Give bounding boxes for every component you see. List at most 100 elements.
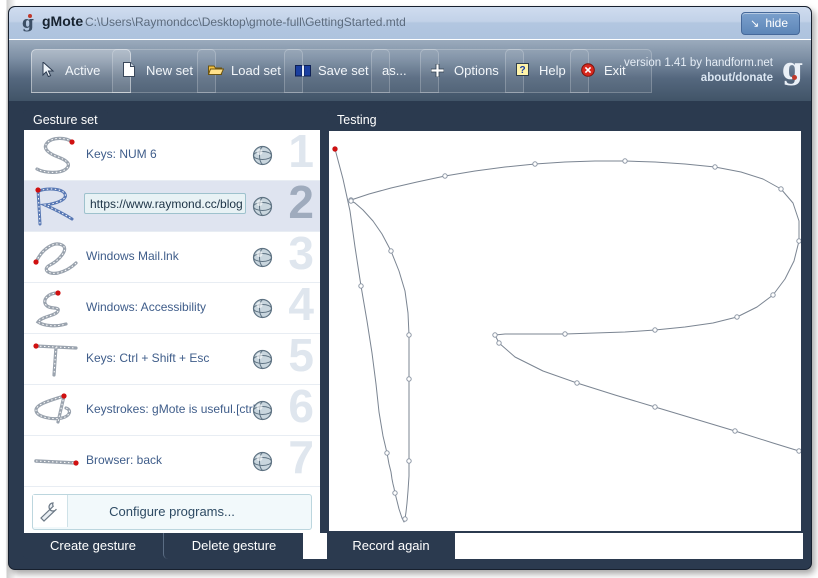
question-note-icon: ? [516, 52, 534, 94]
gesture-vertex-marker [796, 448, 801, 454]
gesture-vertex-marker [796, 238, 801, 244]
globe-icon[interactable] [252, 400, 273, 421]
list-item-number: 2 [288, 176, 314, 228]
list-item-label: Keys: NUM 6 [86, 147, 157, 161]
gesture-thumb-s-icon [32, 135, 86, 177]
testing-panel[interactable] [327, 129, 803, 533]
gesture-vertex-marker [384, 450, 390, 456]
gesture-thumb-c-icon [32, 288, 86, 330]
globe-icon[interactable] [252, 451, 273, 472]
gesture-vertex-marker [732, 428, 738, 434]
configure-programs-button[interactable]: Configure programs... [32, 494, 312, 530]
tab-gesture-set-label: Gesture set [33, 113, 98, 127]
list-item-label: Keystrokes: gMote is useful.[ctrl [86, 402, 256, 416]
list-item-label: Windows Mail.lnk [86, 249, 179, 263]
gesture-vertex-marker [562, 331, 568, 337]
create-gesture-button[interactable]: Create gesture [23, 533, 163, 559]
list-item[interactable]: Keys: NUM 6 1 [24, 130, 320, 181]
tab-gesture-set[interactable]: Gesture set [23, 110, 108, 130]
list-item[interactable]: Windows Mail.lnk 3 [24, 228, 320, 283]
configure-programs-label: Configure programs... [109, 504, 235, 519]
list-item[interactable]: Keys: Ctrl + Shift + Esc 5 [24, 330, 320, 385]
app-logo-dot-icon [28, 14, 32, 18]
gesture-vertex-marker [406, 458, 412, 464]
window-title: gMote [42, 13, 84, 29]
bottom-bar-filler [455, 533, 803, 559]
list-item[interactable]: https://www.raymond.cc/blog 2 [24, 177, 320, 232]
hide-arrow-icon: ↘ [750, 18, 760, 30]
globe-icon[interactable] [252, 247, 273, 268]
tab-testing-label: Testing [337, 113, 377, 127]
gesture-vertex-marker [622, 158, 628, 164]
open-folder-icon [207, 52, 226, 94]
gesture-vertex-marker [392, 490, 398, 496]
gesture-vertex-marker [492, 332, 498, 338]
cursor-arrow-icon [42, 52, 60, 94]
list-item[interactable]: Keystrokes: gMote is useful.[ctrl 6 [24, 381, 320, 436]
brand-logo-dot-icon [792, 75, 798, 80]
toolbar-button-load-set-label: Load set [231, 63, 281, 78]
list-item[interactable]: Browser: back 7 [24, 432, 320, 487]
gesture-thumb-r-icon [32, 186, 86, 228]
hide-button-label: hide [765, 16, 788, 30]
gesture-vertex-marker [406, 376, 412, 382]
list-item-number: 7 [288, 431, 314, 483]
gesture-url-input[interactable]: https://www.raymond.cc/blog [84, 193, 246, 214]
toolbar-button-exit-label: Exit [604, 63, 626, 78]
about-donate-link[interactable]: about/donate [624, 71, 773, 86]
gesture-start-dot-icon [332, 146, 338, 152]
toolbar-button-new-set-label: New set [146, 63, 193, 78]
record-again-button[interactable]: Record again [327, 533, 455, 559]
delete-gesture-button[interactable]: Delete gesture [163, 533, 304, 559]
new-document-icon [123, 52, 141, 94]
hide-button[interactable]: ↘ hide [741, 12, 800, 35]
app-root: g gMote C:\Users\Raymondcc\Desktop\gmote… [0, 0, 818, 578]
tab-testing[interactable]: Testing [327, 110, 387, 130]
list-item-number: 5 [288, 329, 314, 381]
toolbar-button-save-as-label: as... [382, 63, 407, 78]
record-again-label: Record again [352, 538, 430, 553]
list-item-label: Keys: Ctrl + Shift + Esc [86, 351, 210, 365]
toolbar-button-active-label: Active [65, 63, 101, 78]
gesture-vertex-marker [532, 161, 538, 167]
globe-icon[interactable] [252, 145, 273, 166]
plus-icon [430, 52, 449, 94]
list-item-number: 4 [288, 278, 314, 330]
title-bar: g gMote C:\Users\Raymondcc\Desktop\gmote… [9, 7, 811, 40]
gesture-vertex-marker [712, 164, 718, 170]
list-item-label: Windows: Accessibility [86, 300, 207, 314]
main-toolbar: Active New set Load set Save set as... O… [9, 40, 811, 101]
gesture-vertex-marker [652, 404, 658, 410]
book-icon [295, 52, 313, 94]
toolbar-button-help-label: Help [539, 63, 566, 78]
gesture-list[interactable]: Keys: NUM 6 1 https://www.raymond.cc/blo… [24, 130, 320, 488]
list-item-number: 6 [288, 380, 314, 432]
gesture-thumb-loop-icon [32, 390, 86, 432]
delete-gesture-label: Delete gesture [191, 538, 277, 553]
gesture-vertex-marker [574, 380, 580, 386]
list-item[interactable]: Windows: Accessibility 4 [24, 279, 320, 334]
gesture-thumb-t-icon [32, 339, 86, 381]
document-path: C:\Users\Raymondcc\Desktop\gmote-full\Ge… [85, 15, 406, 29]
brand-logo-icon: g [782, 55, 803, 85]
gmote-window: g gMote C:\Users\Raymondcc\Desktop\gmote… [8, 6, 812, 570]
gesture-vertex-marker [388, 248, 394, 254]
close-circle-icon [581, 52, 599, 94]
globe-icon[interactable] [252, 298, 273, 319]
app-logo-icon: g [19, 13, 37, 33]
wrench-icon [33, 495, 68, 527]
version-info: version 1.41 by handform.net about/donat… [624, 56, 773, 86]
globe-icon[interactable] [252, 196, 273, 217]
gesture-vertex-marker [348, 198, 354, 204]
gesture-testing-canvas[interactable] [329, 131, 801, 531]
gesture-vertex-marker [358, 283, 364, 289]
gesture-vertex-marker [734, 314, 740, 320]
gesture-thumb-e-icon [32, 237, 86, 279]
gesture-vertex-marker [496, 340, 502, 346]
gesture-thumb-line-icon [32, 441, 86, 483]
globe-icon[interactable] [252, 349, 273, 370]
gesture-set-panel: Keys: NUM 6 1 https://www.raymond.cc/blo… [23, 129, 321, 535]
svg-text:?: ? [519, 65, 525, 76]
bottom-bar-gap [303, 533, 327, 559]
toolbar-button-options-label: Options [454, 63, 499, 78]
